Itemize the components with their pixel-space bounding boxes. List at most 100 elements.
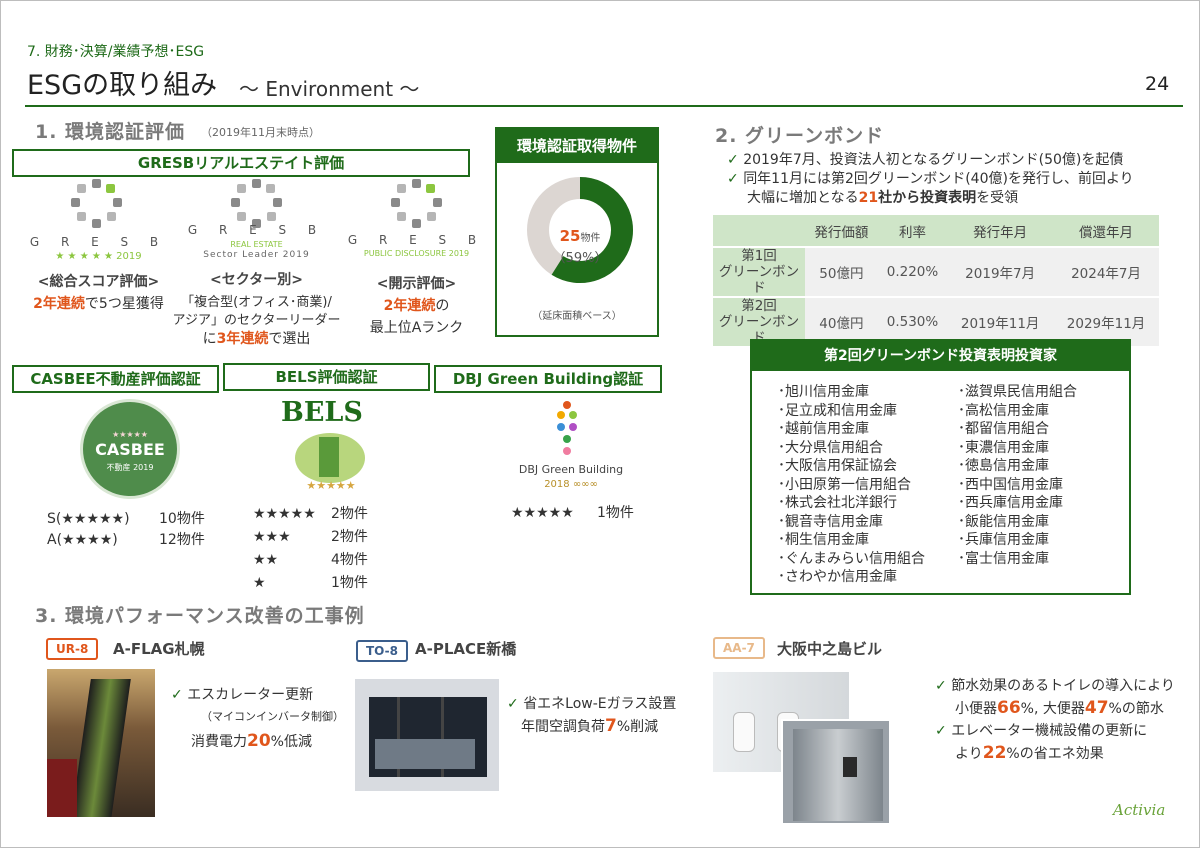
window-photo: [355, 679, 499, 791]
gresb-sub2: Sector Leader 2019: [203, 250, 310, 260]
investor-item: ･大分県信用組合: [778, 439, 883, 456]
gresb-ring-icon: [71, 179, 123, 231]
case-desc: ✓ 省エネLow-Eガラス設置 年間空調負荷7%削減: [507, 696, 677, 736]
slide: 7. 財務･決算/業績予想･ESG ESGの取り組み ～ Environment…: [0, 0, 1200, 848]
page-subtitle: ～ Environment ～: [239, 77, 420, 101]
section3-title: 3. 環境パフォーマンス改善の工事例: [35, 605, 365, 627]
investor-item: ･足立成和信用金庫: [778, 402, 897, 419]
gresb-ring-icon: [391, 179, 443, 231]
investor-item: ･小田原第一信用組合: [778, 476, 911, 493]
dbj-logo: DBJ Green Building 2018 ∞∞∞: [511, 401, 631, 496]
section1-note: （2019年11月末時点）: [201, 126, 320, 139]
bels-stars-icon: ★★★★★: [306, 479, 356, 492]
casbee-stars-icon: ★★★★★: [112, 430, 148, 439]
gresb-heading: <セクター別>: [210, 272, 303, 288]
investors-box: 第2回グリーンボンド投資表明投資家 ･旭川信用金庫 ･足立成和信用金庫 ･越前信用金…: [750, 339, 1131, 595]
gresb-sub: PUBLIC DISCLOSURE 2019: [363, 249, 470, 258]
header-divider: [25, 105, 1183, 107]
casbee-logo: CASBEE ★★★★★ 不動産 2019: [80, 399, 180, 499]
casbee-header: CASBEE不動産評価認証: [12, 365, 219, 393]
gresb-item-disclosure: G R E S B PUBLIC DISCLOSURE 2019 <開示評価> …: [329, 179, 504, 339]
investor-item: ･徳島信用金庫: [958, 458, 1049, 474]
case-desc: ✓ エスカレーター更新 （マイコンインバータ制御） 消費電力20%低減: [171, 687, 344, 751]
investor-item: ･兵庫信用金庫: [958, 532, 1049, 548]
check-icon: ✓: [935, 723, 952, 739]
dbj-logo-text: DBJ Green Building: [518, 463, 624, 476]
gresb-desc-line1: 「複合型(オフィス･商業)/: [181, 295, 332, 310]
cert-percent: （59%）: [552, 251, 608, 266]
gresb-logo-text: G R E S B: [187, 223, 326, 237]
bels-header: BELS評価認証: [223, 363, 430, 391]
page-number: 24: [1145, 73, 1170, 95]
casbee-logo-sub: 不動産 2019: [106, 463, 154, 472]
investor-item: ･観音寺信用金庫: [778, 513, 883, 530]
bels-logo-text: BELS: [281, 397, 363, 428]
gresb-desc-line3: に3年連続で選出: [202, 331, 311, 347]
escalator-photo: [47, 669, 155, 817]
check-icon: ✓: [727, 152, 744, 168]
case-tag: TO-8: [356, 640, 408, 662]
gresb-desc-line1: 2年連続の: [383, 298, 450, 314]
cert-note: （延床面積ベース）: [532, 311, 622, 322]
elevator-photo: [781, 719, 891, 825]
check-icon: ✓: [507, 696, 524, 712]
greenbond-bullets: ✓ 2019年7月、投資法人初となるグリーンボンド(50億)を起債 ✓ 同年11…: [727, 152, 1134, 206]
investor-item: ･富士信用金庫: [958, 550, 1049, 567]
case-tag: AA-7: [713, 637, 765, 659]
investor-item: ･大阪信用保証協会: [778, 458, 897, 474]
investors-header: 第2回グリーンボンド投資表明投資家: [752, 341, 1129, 371]
bels-list: ★★★★★ 2物件 ★★★ 2物件 ★★ 4物件 ★ 1物件: [253, 506, 368, 591]
investor-item: ･東濃信用金庫: [958, 439, 1049, 456]
case-desc: ✓ 節水効果のあるトイレの導入により 小便器66%, 大便器47%の節水 ✓ エ…: [935, 678, 1175, 763]
gresb-item-overall: G R E S B ★ ★ ★ ★ ★ 2019 <総合スコア評価> 2年連続で…: [11, 179, 186, 339]
investor-item: ･ぐんまみらい信用組合: [778, 550, 925, 567]
investors-left: ･旭川信用金庫 ･足立成和信用金庫 ･越前信用金庫 ･大分県信用組合 ･大阪信用保証協会…: [778, 383, 925, 587]
table-row: 第1回 グリーンボンド 50億円 0.220% 2019年7月 2024年7月: [713, 247, 1159, 298]
section1-title: 1. 環境認証評価: [35, 121, 186, 143]
investor-item: ･都留信用組合: [958, 421, 1049, 437]
gresb-logo-text: G R E S B: [29, 235, 168, 249]
gresb-header: GRESBリアルエステイト評価: [12, 149, 470, 177]
investor-item: ･西兵庫信用金庫: [958, 495, 1063, 511]
case-name: A-FLAG札幌: [113, 640, 205, 658]
case-name: 大阪中之島ビル: [777, 640, 883, 658]
check-icon: ✓: [727, 171, 744, 187]
investor-item: ･西中国信用金庫: [958, 476, 1063, 493]
case-name: A-PLACE新橋: [415, 640, 517, 658]
investor-item: ･株式会社北洋銀行: [778, 495, 897, 511]
dbj-dots-icon: [555, 401, 581, 457]
investor-item: ･高松信用金庫: [958, 402, 1049, 419]
investor-item: ･桐生信用金庫: [778, 532, 869, 548]
investor-item: ･飯能信用金庫: [958, 513, 1049, 530]
chapter-label: 7. 財務･決算/業績予想･ESG: [27, 44, 205, 60]
gresb-desc: 2年連続で5つ星獲得: [33, 296, 164, 312]
page-title: ESGの取り組み: [27, 70, 218, 101]
dbj-header: DBJ Green Building認証: [434, 365, 662, 393]
casbee-list: S(★★★★★) 10物件 A(★★★★) 12物件: [47, 511, 205, 548]
bels-logo: BELS ★★★★★: [281, 397, 381, 493]
gresb-desc-line2: アジア」のセクターリーダー: [172, 313, 341, 328]
activia-logo: Activia: [1113, 801, 1166, 819]
check-icon: ✓: [935, 678, 952, 694]
check-icon: ✓: [171, 687, 188, 703]
gresb-stars: ★ ★ ★ ★ ★ 2019: [55, 251, 142, 262]
investor-item: ･さわやか信用金庫: [778, 569, 897, 585]
cert-box: 環境認証取得物件 25物件 （59%） （延床面積ベース）: [495, 127, 659, 337]
gresb-heading: <総合スコア評価>: [37, 274, 160, 290]
cert-box-title: 環境認証取得物件: [497, 129, 657, 163]
dbj-logo-year: 2018 ∞∞∞: [544, 479, 598, 490]
investor-item: ･越前信用金庫: [778, 421, 869, 437]
section2-title: 2. グリーンボンド: [715, 125, 885, 147]
greenbond-table: 発行価額 利率 発行年月 償還年月 第1回 グリーンボンド 50億円 0.220%…: [713, 215, 1159, 348]
investor-item: ･旭川信用金庫: [778, 384, 869, 400]
case-tag: UR-8: [46, 638, 99, 660]
gresb-item-sector: G R E S B REAL ESTATE Sector Leader 2019…: [169, 179, 344, 349]
investor-item: ･滋賀県民信用組合: [958, 384, 1077, 400]
gresb-heading: <開示評価>: [376, 276, 457, 292]
gresb-sub: REAL ESTATE: [230, 240, 283, 249]
casbee-logo-text: CASBEE: [95, 440, 165, 459]
dbj-list: ★★★★★ 1物件: [511, 505, 634, 521]
investors-right: ･滋賀県民信用組合 ･高松信用金庫 ･都留信用組合 ･東濃信用金庫 ･徳島信用金庫 ･西中…: [958, 383, 1077, 568]
gresb-logo-text: G R E S B: [347, 233, 486, 247]
cert-count: 25物件: [559, 227, 601, 245]
